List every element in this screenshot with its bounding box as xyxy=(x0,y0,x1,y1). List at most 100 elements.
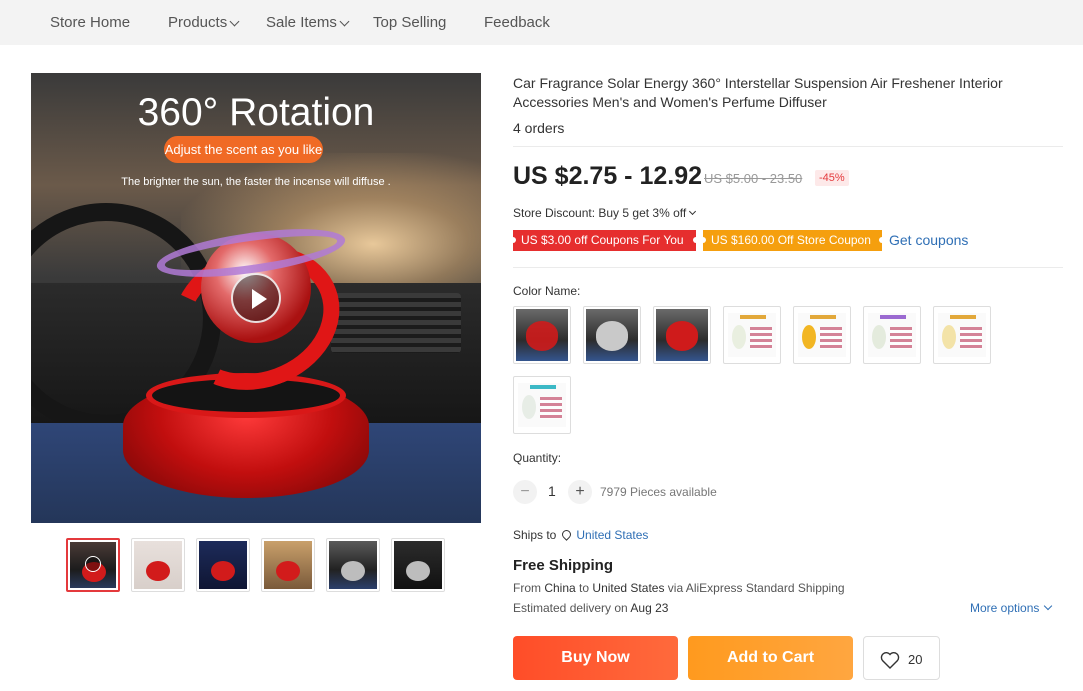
thumbnail-product xyxy=(146,561,170,581)
color-swatch-6[interactable] xyxy=(863,306,921,364)
main-product-image[interactable]: 360° Rotation Adjust the scent as you li… xyxy=(31,73,481,523)
thumbnail-product xyxy=(341,561,365,581)
swatch-leaf xyxy=(522,395,536,419)
quantity-value[interactable]: 1 xyxy=(548,483,556,499)
swatch-header xyxy=(530,385,556,389)
quantity-decrease-button[interactable]: − xyxy=(513,480,537,504)
from-country: China xyxy=(544,581,576,595)
store-discount-label: Store Discount: Buy 5 get 3% off xyxy=(513,206,687,220)
buy-now-button[interactable]: Buy Now xyxy=(513,636,678,680)
more-options-label: More options xyxy=(970,601,1040,615)
thumbnail-2[interactable] xyxy=(131,538,185,592)
thumbnail-1[interactable] xyxy=(66,538,120,592)
swatch-leaf xyxy=(872,325,886,349)
chevron-down-icon xyxy=(1044,601,1053,611)
thumbnail-product xyxy=(211,561,235,581)
swatch-header xyxy=(950,315,976,319)
color-swatch-4[interactable] xyxy=(723,306,781,364)
quantity-label: Quantity: xyxy=(513,451,562,465)
swatch-image xyxy=(938,313,986,357)
swatch-leaf xyxy=(802,325,816,349)
store-discount[interactable]: Store Discount: Buy 5 get 3% off xyxy=(513,206,697,220)
more-options-link[interactable]: More options xyxy=(970,601,1053,615)
swatch-dots xyxy=(960,327,982,349)
color-swatch-1[interactable] xyxy=(513,306,571,364)
swatch-header xyxy=(740,315,766,319)
nav-sale-items-label: Sale Items xyxy=(266,14,337,31)
to-country: United States xyxy=(592,581,665,595)
swatch-image xyxy=(868,313,916,357)
nav-store-home[interactable]: Store Home xyxy=(50,14,130,31)
shipping-route: From China to United States via AliExpre… xyxy=(513,581,845,595)
ships-to: Ships to United States xyxy=(513,528,648,542)
chevron-down-icon xyxy=(229,16,240,27)
location-pin-icon xyxy=(560,528,574,541)
swatch-leaf xyxy=(732,325,746,349)
image-vent xyxy=(331,293,461,353)
divider xyxy=(513,267,1063,268)
image-pill-label: Adjust the scent as you like xyxy=(164,136,323,163)
swatch-dots xyxy=(820,327,842,349)
add-to-cart-button[interactable]: Add to Cart xyxy=(688,636,853,680)
nav-top-selling[interactable]: Top Selling xyxy=(373,14,446,31)
thumbnail-3[interactable] xyxy=(196,538,250,592)
swatch-image xyxy=(798,313,846,357)
wishlist-count: 20 xyxy=(908,652,923,667)
ships-to-label: Ships to xyxy=(513,528,557,542)
swatch-product xyxy=(666,321,698,351)
swatch-header xyxy=(810,315,836,319)
thumbnail-6[interactable] xyxy=(391,538,445,592)
color-swatch-3[interactable] xyxy=(653,306,711,364)
coupon-for-you[interactable]: US $3.00 off Coupons For You xyxy=(510,230,699,251)
store-coupon[interactable]: US $160.00 Off Store Coupon xyxy=(700,230,885,251)
shipping-method: via AliExpress Standard Shipping xyxy=(667,581,845,595)
swatch-dots xyxy=(540,397,562,419)
nav-sale-items[interactable]: Sale Items xyxy=(266,14,350,31)
color-swatch-7[interactable] xyxy=(933,306,991,364)
est-prefix: Estimated delivery on xyxy=(513,601,628,615)
divider xyxy=(513,146,1063,147)
product-title: Car Fragrance Solar Energy 360° Interste… xyxy=(513,75,1003,110)
swatch-product xyxy=(596,321,628,351)
get-coupons-link[interactable]: Get coupons xyxy=(889,232,968,248)
swatch-dots xyxy=(750,327,772,349)
color-swatch-5[interactable] xyxy=(793,306,851,364)
color-label: Color Name: xyxy=(513,284,581,298)
nav-products-label: Products xyxy=(168,14,228,31)
store-nav-bar: Store Home Products Sale Items Top Selli… xyxy=(0,0,1083,45)
thumbnail-product xyxy=(276,561,300,581)
thumbnail-4[interactable] xyxy=(261,538,315,592)
quantity-increase-button[interactable]: + xyxy=(568,480,592,504)
order-count: 4 orders xyxy=(513,120,565,136)
color-swatch-2[interactable] xyxy=(583,306,641,364)
to-word: to xyxy=(579,581,590,595)
discount-badge: -45% xyxy=(815,170,849,186)
from-prefix: From xyxy=(513,581,541,595)
chevron-down-icon xyxy=(689,207,697,216)
thumbnail-5[interactable] xyxy=(326,538,380,592)
swatch-image xyxy=(518,383,566,427)
image-subtitle: The brighter the sun, the faster the inc… xyxy=(121,176,391,188)
color-swatch-8[interactable] xyxy=(513,376,571,434)
estimated-delivery: Estimated delivery on Aug 23 xyxy=(513,601,668,615)
play-icon[interactable] xyxy=(231,273,281,323)
stock-available: 7979 Pieces available xyxy=(600,485,717,499)
swatch-leaf xyxy=(942,325,956,349)
nav-products[interactable]: Products xyxy=(168,14,240,31)
wishlist-button[interactable]: 20 xyxy=(863,636,940,680)
ships-to-country-link[interactable]: United States xyxy=(576,528,648,542)
swatch-header xyxy=(880,315,906,319)
play-icon xyxy=(85,556,101,572)
est-date: Aug 23 xyxy=(630,601,669,615)
heart-icon xyxy=(880,652,900,669)
chevron-down-icon xyxy=(339,16,350,27)
current-price: US $2.75 - 12.92 xyxy=(513,162,703,190)
thumbnail-product xyxy=(406,561,430,581)
swatch-dots xyxy=(890,327,912,349)
free-shipping-title: Free Shipping xyxy=(513,557,614,574)
swatch-image xyxy=(728,313,776,357)
image-title: 360° Rotation xyxy=(137,91,375,134)
nav-feedback[interactable]: Feedback xyxy=(484,14,550,31)
original-price: US $5.00 - 23.50 xyxy=(704,171,803,186)
swatch-product xyxy=(526,321,558,351)
